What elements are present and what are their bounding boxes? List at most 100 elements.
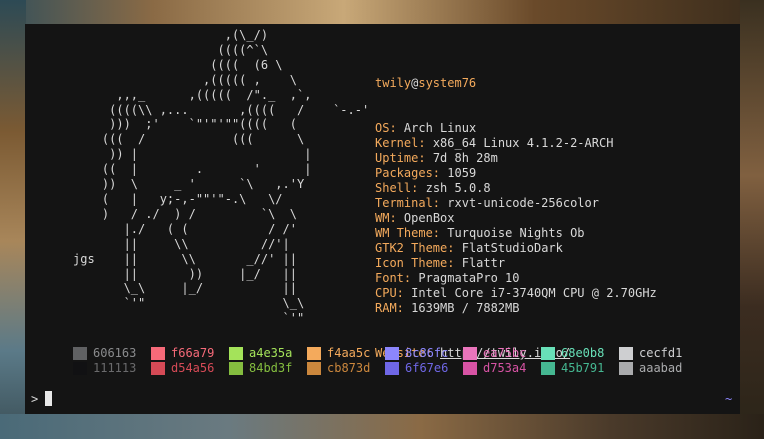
color-swatch bbox=[463, 362, 477, 375]
color-hex: f66a79 bbox=[171, 346, 215, 360]
info-key: OS: bbox=[375, 121, 397, 135]
info-row: Uptime: 7d 8h 28m bbox=[375, 151, 657, 166]
info-key: Shell: bbox=[375, 181, 419, 195]
color-hex: 84bd3f bbox=[249, 361, 293, 375]
palette-cell: 606163 bbox=[73, 346, 151, 361]
palette-cell: ea75bc bbox=[463, 346, 541, 361]
color-hex: 606163 bbox=[93, 346, 137, 360]
color-swatch bbox=[307, 347, 321, 360]
text-cursor[interactable] bbox=[45, 391, 52, 406]
color-palette: 606163 f66a79 a4e35a f4aa5c 8c86fc ea75bc 68e0… bbox=[73, 346, 697, 376]
wallpaper-bottom bbox=[0, 414, 764, 439]
info-value: x86_64 Linux 4.1.2-2-ARCH bbox=[432, 136, 614, 150]
info-row: RAM: 1639MB / 7882MB bbox=[375, 301, 657, 316]
palette-cell: cb873d bbox=[307, 361, 385, 376]
color-swatch bbox=[73, 347, 87, 360]
hostname: system76 bbox=[418, 76, 477, 90]
color-swatch bbox=[619, 347, 633, 360]
color-swatch bbox=[73, 362, 87, 375]
info-value: 1639MB / 7882MB bbox=[411, 301, 520, 315]
palette-cell: a4e35a bbox=[229, 346, 307, 361]
palette-cell: cecfd1 bbox=[619, 346, 697, 361]
palette-cell: 6f67e6 bbox=[385, 361, 463, 376]
color-swatch bbox=[385, 362, 399, 375]
color-hex: d753a4 bbox=[483, 361, 527, 375]
info-key: Uptime: bbox=[375, 151, 426, 165]
info-row: Terminal: rxvt-unicode-256color bbox=[375, 196, 657, 211]
cwd-indicator: ~ bbox=[725, 392, 733, 406]
info-row: Kernel: x86_64 Linux 4.1.2-2-ARCH bbox=[375, 136, 657, 151]
info-key: GTK2 Theme: bbox=[375, 241, 455, 255]
user-host-line: twily@system76 bbox=[375, 76, 657, 91]
color-hex: 8c86fc bbox=[405, 346, 449, 360]
info-row: GTK2 Theme: FlatStudioDark bbox=[375, 241, 657, 256]
system-info: twily@system76 OS: Arch Linux Kernel: x86… bbox=[375, 46, 657, 391]
info-key: Font: bbox=[375, 271, 412, 285]
info-value: PragmataPro 10 bbox=[418, 271, 520, 285]
terminal-window[interactable]: ,(\_/) ((((^`\ (((( (6 \ ,((((( , \ ,,,_… bbox=[25, 24, 740, 414]
info-value: 7d 8h 28m bbox=[432, 151, 498, 165]
info-row: Icon Theme: Flattr bbox=[375, 256, 657, 271]
info-value: 1059 bbox=[447, 166, 477, 180]
info-value: zsh 5.0.8 bbox=[425, 181, 491, 195]
color-swatch bbox=[541, 362, 555, 375]
palette-cell: 68e0b8 bbox=[541, 346, 619, 361]
info-row: OS: Arch Linux bbox=[375, 121, 657, 136]
color-hex: 68e0b8 bbox=[561, 346, 605, 360]
info-value: Intel Core i7-3740QM CPU @ 2.70GHz bbox=[411, 286, 657, 300]
color-hex: 111113 bbox=[93, 361, 137, 375]
info-key: WM Theme: bbox=[375, 226, 441, 240]
color-swatch bbox=[229, 347, 243, 360]
info-row: Packages: 1059 bbox=[375, 166, 657, 181]
info-key: Terminal: bbox=[375, 196, 441, 210]
color-swatch bbox=[463, 347, 477, 360]
info-key: Icon Theme: bbox=[375, 256, 455, 270]
color-hex: f4aa5c bbox=[327, 346, 371, 360]
info-key: RAM: bbox=[375, 301, 404, 315]
color-swatch bbox=[151, 347, 165, 360]
color-hex: cb873d bbox=[327, 361, 371, 375]
color-hex: 45b791 bbox=[561, 361, 605, 375]
wallpaper-top bbox=[0, 0, 764, 24]
prompt-symbol: > bbox=[31, 392, 39, 406]
palette-cell: 8c86fc bbox=[385, 346, 463, 361]
info-value: Turquoise Nights Ob bbox=[447, 226, 585, 240]
color-hex: cecfd1 bbox=[639, 346, 683, 360]
palette-row-dim: 111113 d54a56 84bd3f cb873d 6f67e6 d753a4 45b7… bbox=[73, 361, 697, 376]
color-swatch bbox=[619, 362, 633, 375]
info-row: WM: OpenBox bbox=[375, 211, 657, 226]
info-key: Kernel: bbox=[375, 136, 426, 150]
color-hex: d54a56 bbox=[171, 361, 215, 375]
color-swatch bbox=[151, 362, 165, 375]
info-value: Arch Linux bbox=[403, 121, 477, 135]
palette-cell: d753a4 bbox=[463, 361, 541, 376]
palette-cell: 45b791 bbox=[541, 361, 619, 376]
palette-cell: 111113 bbox=[73, 361, 151, 376]
wallpaper-right bbox=[740, 0, 764, 439]
info-row: Shell: zsh 5.0.8 bbox=[375, 181, 657, 196]
palette-cell: d54a56 bbox=[151, 361, 229, 376]
color-hex: aaabad bbox=[639, 361, 683, 375]
color-swatch bbox=[385, 347, 399, 360]
info-key: CPU: bbox=[375, 286, 404, 300]
username: twily bbox=[375, 76, 412, 90]
color-hex: a4e35a bbox=[249, 346, 293, 360]
info-value: OpenBox bbox=[403, 211, 455, 225]
palette-cell: f66a79 bbox=[151, 346, 229, 361]
palette-row-normal: 606163 f66a79 a4e35a f4aa5c 8c86fc ea75bc 68e0… bbox=[73, 346, 697, 361]
info-value: Flattr bbox=[461, 256, 506, 270]
color-hex: ea75bc bbox=[483, 346, 527, 360]
info-key: Packages: bbox=[375, 166, 441, 180]
wallpaper-left bbox=[0, 0, 26, 439]
info-value: FlatStudioDark bbox=[461, 241, 563, 255]
palette-cell: 84bd3f bbox=[229, 361, 307, 376]
info-key: WM: bbox=[375, 211, 397, 225]
palette-cell: aaabad bbox=[619, 361, 697, 376]
color-hex: 6f67e6 bbox=[405, 361, 449, 375]
palette-cell: f4aa5c bbox=[307, 346, 385, 361]
color-swatch bbox=[307, 362, 321, 375]
info-value: rxvt-unicode-256color bbox=[447, 196, 599, 210]
info-row: WM Theme: Turquoise Nights Ob bbox=[375, 226, 657, 241]
info-row: CPU: Intel Core i7-3740QM CPU @ 2.70GHz bbox=[375, 286, 657, 301]
color-swatch bbox=[229, 362, 243, 375]
